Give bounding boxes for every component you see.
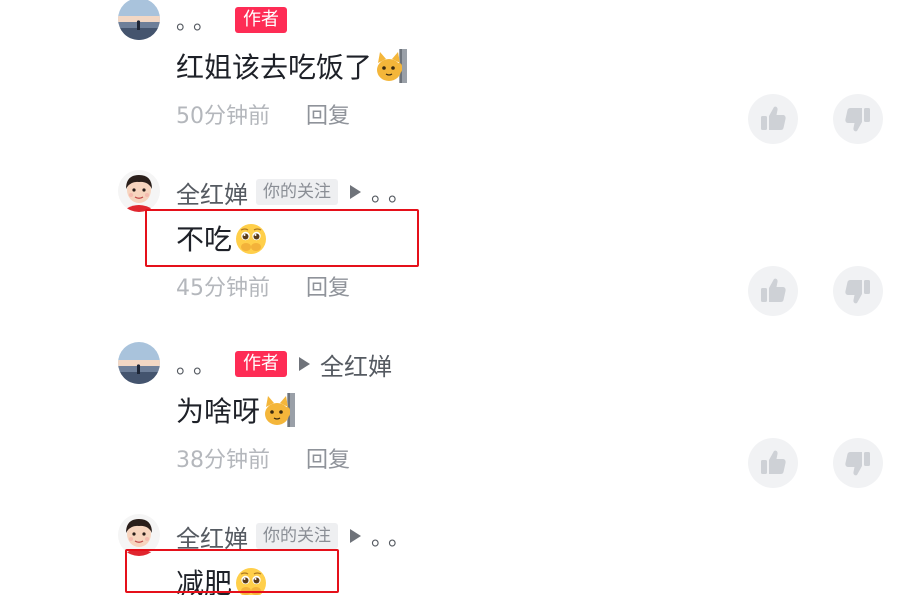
- comment-item: 。。 作者 全红婵 为啥呀 38分钟前 回复: [0, 342, 900, 514]
- thumbs-up-icon: [758, 448, 788, 478]
- author-name[interactable]: 全红婵: [176, 175, 248, 210]
- author-badge: 作者: [235, 7, 288, 33]
- reply-to-name[interactable]: 全红婵: [320, 347, 392, 382]
- comment-body: 红姐该去吃饭了: [176, 51, 373, 84]
- thumbs-down-icon: [843, 104, 873, 134]
- dislike-button[interactable]: [833, 266, 883, 316]
- reply-button[interactable]: 回复: [306, 98, 350, 130]
- thumbs-down-icon: [843, 276, 873, 306]
- author-name[interactable]: 。。: [176, 348, 221, 380]
- reply-button[interactable]: 回复: [306, 270, 350, 302]
- dislike-button[interactable]: [833, 94, 883, 144]
- author-badge: 作者: [235, 351, 288, 377]
- comment-header: 全红婵 你的关注 。。: [176, 520, 416, 553]
- cat-peek-emoji-icon: [262, 393, 296, 427]
- comment-time: 38分钟前: [176, 448, 270, 473]
- thumbs-down-icon: [843, 448, 873, 478]
- play-arrow-icon: [350, 185, 361, 199]
- highlight-box: [145, 209, 419, 267]
- user-avatar[interactable]: [118, 170, 160, 212]
- comment-meta: 38分钟前 回复: [176, 442, 350, 474]
- comment-text: 红姐该去吃饭了: [176, 46, 408, 86]
- sunset-avatar-icon: [118, 342, 160, 384]
- comment-header: 全红婵 你的关注 。。: [176, 175, 416, 210]
- following-badge: 你的关注: [256, 179, 338, 205]
- thumbs-up-icon: [758, 276, 788, 306]
- author-avatar[interactable]: [118, 342, 160, 384]
- like-button[interactable]: [748, 266, 798, 316]
- like-button[interactable]: [748, 94, 798, 144]
- cat-peek-emoji-icon: [374, 49, 408, 83]
- comment-header: 。。 作者: [176, 4, 288, 36]
- comment-text: 为啥呀: [176, 390, 296, 430]
- comment-header: 。。 作者 全红婵: [176, 347, 392, 382]
- comment-time: 50分钟前: [176, 104, 270, 129]
- comment-body: 为啥呀: [176, 395, 261, 428]
- dislike-button[interactable]: [833, 438, 883, 488]
- comment-item: 。。 作者 红姐该去吃饭了 50分钟前 回复: [0, 0, 900, 170]
- following-badge: 你的关注: [256, 523, 338, 549]
- comment-time: 45分钟前: [176, 276, 270, 301]
- like-button[interactable]: [748, 438, 798, 488]
- reply-to-name[interactable]: 。。: [371, 176, 416, 208]
- play-arrow-icon: [350, 529, 361, 543]
- comment-meta: 45分钟前 回复: [176, 270, 350, 302]
- girl-avatar-icon: [118, 170, 160, 212]
- comment-meta: 50分钟前 回复: [176, 98, 350, 130]
- comment-item: 全红婵 你的关注 。。 不吃 45分钟前 回复: [0, 170, 900, 342]
- play-arrow-icon: [299, 357, 311, 371]
- reply-to-name[interactable]: 。。: [371, 520, 416, 552]
- sunset-avatar-icon: [118, 0, 160, 40]
- author-avatar[interactable]: [118, 0, 160, 40]
- thumbs-up-icon: [758, 104, 788, 134]
- highlight-box: [125, 549, 339, 593]
- reply-button[interactable]: 回复: [306, 442, 350, 474]
- author-name[interactable]: 。。: [176, 4, 221, 36]
